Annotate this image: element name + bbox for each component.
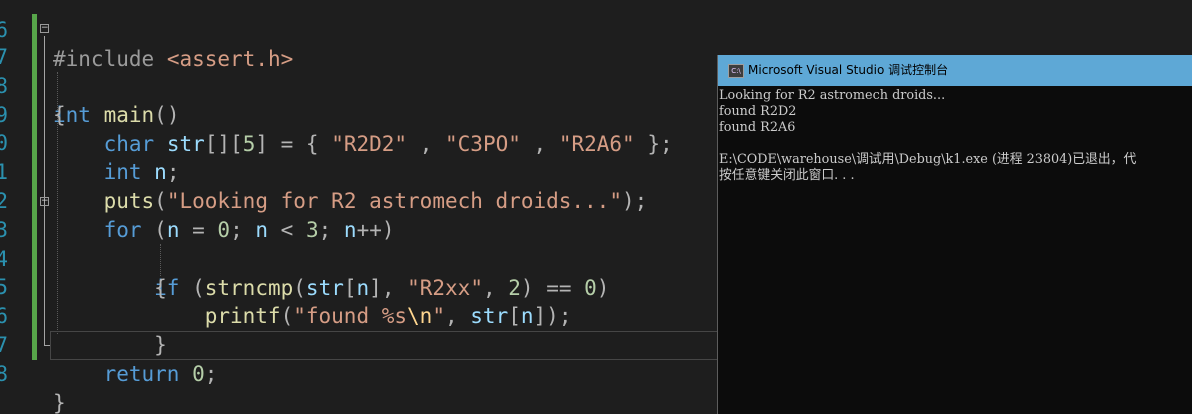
console-line: E:\CODE\warehouse\调试用\Debug\k1.exe (进程 2… — [719, 152, 1137, 167]
console-line: found R2A6 — [719, 120, 796, 135]
collapse-icon[interactable]: − — [40, 24, 49, 33]
code-text[interactable]: } — [53, 389, 66, 414]
line-number: 18 — [0, 362, 8, 386]
code-line-7: 7 − int main() — [0, 14, 1192, 128]
debug-console-window[interactable]: C:\ Microsoft Visual Studio 调试控制台 Lookin… — [717, 55, 1192, 414]
console-title-bar[interactable]: C:\ Microsoft Visual Studio 调试控制台 — [718, 55, 1192, 86]
console-line: Looking for R2 astromech droids... — [719, 88, 946, 103]
code-text[interactable]: return 0; — [53, 360, 218, 389]
console-output[interactable]: Looking for R2 astromech droids... found… — [718, 88, 1192, 184]
collapse-icon[interactable]: − — [40, 197, 49, 206]
console-app-icon: C:\ — [728, 64, 744, 78]
console-line: 按任意键关闭此窗口. . . — [719, 168, 855, 183]
console-line: found R2D2 — [719, 104, 797, 119]
console-title: Microsoft Visual Studio 调试控制台 — [748, 63, 949, 77]
